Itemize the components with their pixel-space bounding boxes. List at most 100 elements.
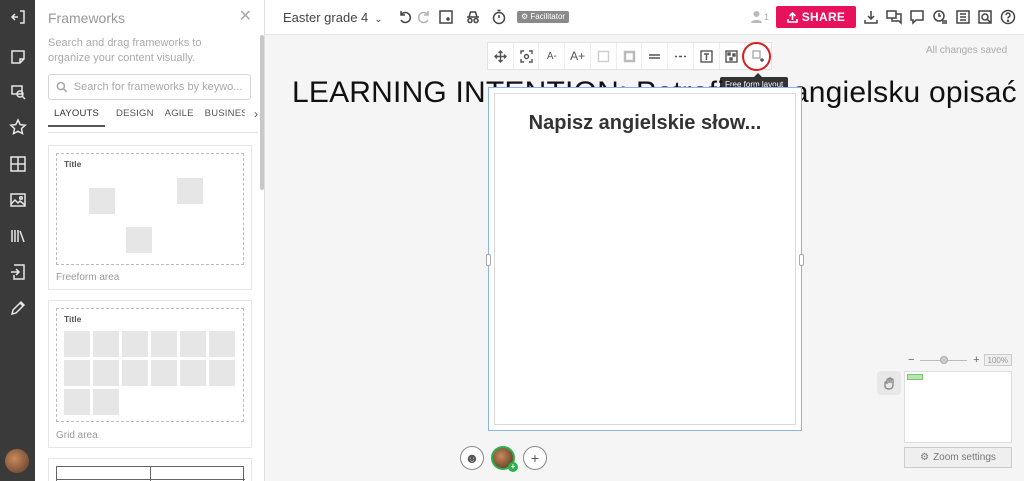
grid-cell — [209, 360, 235, 386]
grid-cell — [93, 389, 119, 415]
line-dashed-icon[interactable] — [668, 43, 694, 69]
grid-cell — [122, 360, 148, 386]
share-label: SHARE — [801, 10, 846, 24]
add-icon[interactable]: + — [523, 446, 547, 470]
border-thick-icon[interactable] — [617, 43, 643, 69]
minimap[interactable] — [904, 371, 1012, 443]
move-icon[interactable] — [488, 43, 514, 69]
card-caption: Freeform area — [56, 272, 120, 283]
panel-title: Frameworks — [48, 10, 126, 26]
card-title: Title — [64, 314, 82, 324]
timer-icon[interactable] — [490, 8, 508, 26]
import-icon[interactable] — [0, 255, 35, 289]
background-icon[interactable] — [437, 8, 455, 26]
fit-icon[interactable] — [514, 43, 540, 69]
chevron-down-icon: ⌄ — [374, 14, 383, 25]
panel-description: Search and drag frameworks to organize y… — [48, 37, 202, 64]
search-board-icon[interactable] — [976, 8, 994, 26]
grid-cell — [64, 331, 90, 357]
tab-design[interactable]: DESIGN — [116, 108, 154, 125]
zoom-controls: − + 100% — [908, 353, 1012, 367]
user-count[interactable]: 1 — [750, 10, 769, 23]
note-icon[interactable] — [0, 40, 35, 74]
left-rail — [0, 0, 35, 481]
collaborator-avatar[interactable]: + — [491, 446, 518, 472]
chat-icon[interactable] — [885, 8, 903, 26]
comment-icon[interactable] — [908, 8, 926, 26]
zoom-slider-knob[interactable] — [940, 355, 949, 364]
share-button[interactable]: SHARE — [776, 6, 856, 28]
tab-business[interactable]: BUSINESS — [205, 108, 245, 125]
hand-tool-icon[interactable] — [877, 371, 901, 395]
tab-layouts[interactable]: LAYOUTS — [48, 108, 106, 127]
outline-icon[interactable] — [954, 8, 972, 26]
user-icon — [751, 11, 762, 23]
resize-handle-left[interactable] — [486, 254, 491, 266]
add-collaborator-icon: + — [508, 462, 518, 472]
save-status: All changes saved — [926, 45, 1008, 56]
search-input[interactable] — [73, 81, 250, 93]
frameworks-icon[interactable] — [0, 147, 35, 181]
help-icon[interactable] — [999, 8, 1017, 26]
divider — [48, 132, 258, 133]
preview-block — [89, 188, 115, 214]
line-solid-icon[interactable] — [642, 43, 669, 69]
top-bar: Easter grade 4 ⌄ ⚙ Facilitator 1 SHARE — [265, 0, 1024, 35]
framework-search[interactable] — [48, 74, 251, 100]
export-icon[interactable] — [862, 8, 880, 26]
library-icon[interactable] — [0, 219, 35, 253]
grid-cell — [93, 331, 119, 357]
resize-handle-right[interactable] — [799, 254, 804, 266]
star-icon[interactable] — [0, 110, 35, 144]
frameworks-panel: Frameworks ✕ Search and drag frameworks … — [35, 0, 265, 481]
grid-cell — [209, 331, 235, 357]
preview-block — [126, 227, 152, 253]
grid-cell — [151, 331, 177, 357]
board-title-menu[interactable]: Easter grade 4 ⌄ — [283, 10, 383, 25]
emoji-icon[interactable]: ☻ — [460, 446, 484, 470]
framework-card-table[interactable] — [48, 458, 252, 481]
grid-cell — [180, 331, 206, 357]
grid-blocks — [64, 331, 235, 415]
zoom-in-button[interactable]: + — [973, 354, 979, 366]
search-content-icon[interactable] — [0, 74, 35, 108]
incognito-icon[interactable] — [464, 8, 482, 26]
selected-frame[interactable]: Napisz angielskie słow... — [486, 87, 804, 431]
tab-agile[interactable]: AGILE — [165, 108, 194, 125]
framework-card-freeform[interactable]: Title Freeform area — [48, 145, 252, 290]
image-icon[interactable] — [0, 183, 35, 217]
card-title: Title — [64, 159, 82, 169]
undo-icon[interactable] — [396, 8, 414, 26]
close-icon[interactable]: ✕ — [239, 9, 252, 25]
frame-inner: Napisz angielskie słow... — [494, 93, 796, 425]
zoom-percent[interactable]: 100% — [983, 354, 1012, 366]
facilitator-badge[interactable]: ⚙ Facilitator — [517, 11, 570, 23]
zoom-out-button[interactable]: − — [908, 354, 914, 366]
panel-scrollbar[interactable] — [260, 35, 264, 190]
font-decrease-button[interactable]: A- — [539, 43, 566, 69]
preview-line — [57, 479, 245, 480]
board-title: Easter grade 4 — [283, 10, 369, 25]
frame-heading[interactable]: Napisz angielskie słow... — [495, 112, 795, 135]
zoom-settings-button[interactable]: ⚙ Zoom settings — [904, 447, 1012, 468]
facilitator-label: Facilitator — [530, 12, 566, 21]
text-layout-icon[interactable] — [694, 43, 720, 69]
app: Frameworks ✕ Search and drag frameworks … — [0, 0, 1024, 481]
freeform-preview: Title — [56, 153, 244, 265]
collapse-icon[interactable] — [0, 0, 35, 34]
font-increase-button[interactable]: A+ — [565, 43, 591, 69]
history-icon[interactable] — [931, 8, 949, 26]
minimap-viewport[interactable] — [907, 374, 923, 380]
user-avatar[interactable] — [5, 449, 29, 473]
border-none-icon[interactable] — [591, 43, 617, 69]
grid-cell — [64, 360, 90, 386]
framework-tabs: LAYOUTS DESIGN AGILE BUSINESS › — [48, 107, 258, 132]
framework-card-grid[interactable]: Title Grid area — [48, 300, 252, 448]
search-icon — [56, 81, 68, 93]
grid-cell — [64, 389, 90, 415]
pen-icon[interactable] — [0, 291, 35, 325]
zoom-slider[interactable] — [920, 355, 968, 364]
grid-cell — [180, 360, 206, 386]
redo-icon[interactable] — [415, 8, 433, 26]
chevron-right-icon[interactable]: › — [254, 107, 258, 121]
